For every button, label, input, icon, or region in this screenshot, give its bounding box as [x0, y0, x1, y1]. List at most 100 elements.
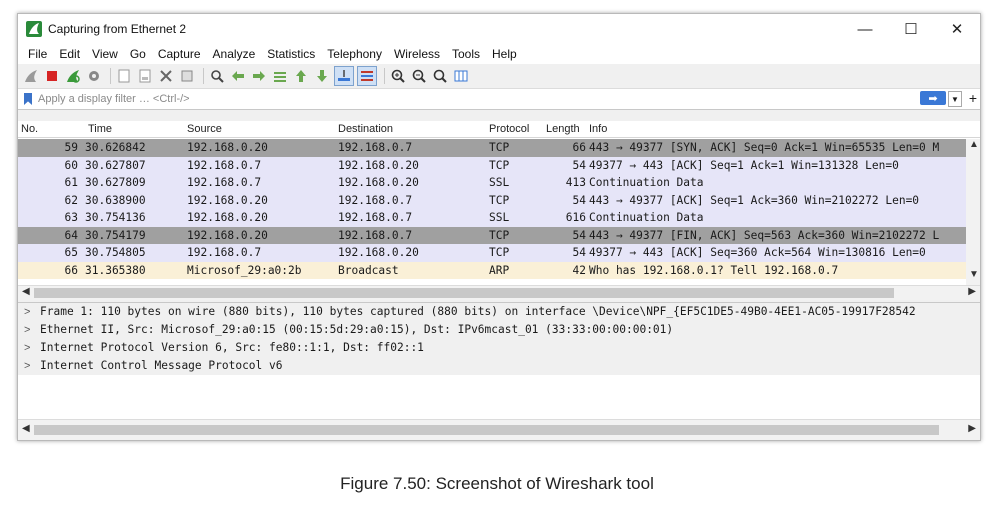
menu-edit[interactable]: Edit [53, 47, 86, 61]
table-row[interactable]: 61 30.627809 192.168.0.7 192.168.0.20 SS… [18, 174, 966, 192]
scroll-left-icon[interactable]: ◀ [22, 423, 30, 434]
minimize-button[interactable]: — [842, 14, 888, 44]
detail-row-ethernet[interactable]: > Ethernet II, Src: Microsof_29:a0:15 (0… [18, 321, 980, 339]
toolbar-separator [203, 68, 204, 84]
colorize-icon[interactable] [357, 66, 377, 86]
go-first-icon[interactable] [292, 67, 310, 85]
col-header-destination[interactable]: Destination [338, 123, 393, 135]
table-row[interactable]: 63 30.754136 192.168.0.20 192.168.0.7 SS… [18, 209, 966, 227]
display-filter-input[interactable] [36, 92, 740, 106]
menu-help[interactable]: Help [486, 47, 523, 61]
col-header-no[interactable]: No. [21, 123, 38, 135]
cell-length: 413 [565, 176, 586, 189]
menu-analyze[interactable]: Analyze [207, 47, 262, 61]
detail-row-frame[interactable]: > Frame 1: 110 bytes on wire (880 bits),… [18, 303, 980, 321]
autoscroll-icon[interactable] [334, 66, 354, 86]
cell-source: 192.168.0.20 [187, 211, 268, 224]
cell-source: 192.168.0.7 [187, 246, 262, 259]
open-file-icon[interactable] [115, 67, 133, 85]
main-toolbar [18, 64, 980, 89]
detail-text: Ethernet II, Src: Microsof_29:a0:15 (00:… [40, 323, 674, 336]
scroll-right-icon[interactable]: ▶ [968, 286, 976, 297]
cell-no: 61 [64, 176, 78, 189]
cell-protocol: TCP [489, 246, 510, 259]
menu-wireless[interactable]: Wireless [388, 47, 446, 61]
scroll-right-icon[interactable]: ▶ [968, 423, 976, 434]
table-row[interactable]: 59 30.626842 192.168.0.20 192.168.0.7 TC… [18, 139, 966, 157]
go-back-icon[interactable] [229, 67, 247, 85]
details-horizontal-scrollbar[interactable]: ◀ ▶ [18, 419, 980, 440]
cell-info: 443 → 49377 [FIN, ACK] Seq=563 Ack=360 W… [589, 228, 940, 242]
packet-list-vertical-scrollbar[interactable]: ▲ ▼ [966, 139, 980, 285]
col-header-source[interactable]: Source [187, 123, 222, 135]
col-header-length[interactable]: Length [546, 123, 580, 135]
find-icon[interactable] [208, 67, 226, 85]
cell-protocol: ARP [489, 263, 510, 277]
menu-capture[interactable]: Capture [152, 47, 207, 61]
table-row[interactable]: 60 30.627807 192.168.0.7 192.168.0.20 TC… [18, 156, 966, 174]
cell-length: 54 [572, 193, 586, 207]
table-row[interactable]: 66 31.365380 Microsof_29:a0:2b Broadcast… [18, 261, 966, 279]
cell-source: 192.168.0.20 [187, 141, 268, 154]
menu-telephony[interactable]: Telephony [321, 47, 388, 61]
apply-filter-button[interactable]: ➡ [920, 91, 946, 105]
close-file-icon[interactable] [157, 67, 175, 85]
table-row[interactable]: 65 30.754805 192.168.0.7 192.168.0.20 TC… [18, 244, 966, 262]
go-to-packet-icon[interactable] [271, 67, 289, 85]
col-header-info[interactable]: Info [589, 123, 607, 135]
detail-row-icmpv6[interactable]: > Internet Control Message Protocol v6 [18, 357, 980, 375]
cell-protocol: SSL [489, 176, 510, 189]
cell-source: 192.168.0.7 [187, 158, 262, 172]
bookmark-icon[interactable] [24, 93, 32, 105]
cell-protocol: TCP [489, 158, 510, 172]
zoom-in-icon[interactable] [389, 67, 407, 85]
close-button[interactable]: ✕ [934, 14, 980, 44]
go-forward-icon[interactable] [250, 67, 268, 85]
add-filter-button[interactable]: + [969, 90, 977, 106]
zoom-normal-icon[interactable] [431, 67, 449, 85]
table-row[interactable]: 64 30.754179 192.168.0.20 192.168.0.7 TC… [18, 226, 966, 244]
detail-row-ipv6[interactable]: > Internet Protocol Version 6, Src: fe80… [18, 339, 980, 357]
options-gear-icon[interactable] [85, 67, 103, 85]
maximize-button[interactable]: ☐ [888, 14, 934, 44]
packet-list: No. Time Source Destination Protocol Len… [18, 121, 980, 285]
chevron-right-icon[interactable]: > [24, 303, 30, 321]
scrollbar-thumb[interactable] [34, 288, 894, 298]
cell-destination: 192.168.0.20 [338, 176, 419, 189]
packet-details-pane: > Frame 1: 110 bytes on wire (880 bits),… [18, 302, 980, 420]
packet-list-horizontal-scrollbar[interactable]: ◀ ▶ [18, 285, 980, 300]
scroll-down-icon[interactable]: ▼ [969, 269, 979, 280]
stop-icon[interactable] [43, 67, 61, 85]
menu-file[interactable]: File [22, 47, 53, 61]
save-file-icon[interactable] [136, 67, 154, 85]
cell-length: 616 [565, 211, 586, 224]
menu-go[interactable]: Go [124, 47, 152, 61]
resize-columns-icon[interactable] [452, 67, 470, 85]
menu-view[interactable]: View [86, 47, 124, 61]
go-last-icon[interactable] [313, 67, 331, 85]
chevron-right-icon[interactable]: > [24, 357, 30, 375]
cell-length: 54 [572, 246, 586, 259]
restart-icon[interactable] [64, 67, 82, 85]
cell-protocol: SSL [489, 211, 510, 224]
scroll-left-icon[interactable]: ◀ [22, 286, 30, 297]
cell-time: 30.754179 [85, 228, 146, 242]
shark-fin-start-icon[interactable] [22, 67, 40, 85]
cell-no: 63 [64, 211, 78, 224]
chevron-right-icon[interactable]: > [24, 339, 30, 357]
cell-destination: 192.168.0.7 [338, 228, 413, 242]
filter-history-dropdown[interactable]: ▼ [948, 91, 962, 107]
scrollbar-thumb[interactable] [34, 425, 939, 435]
reload-icon[interactable] [178, 67, 196, 85]
zoom-out-icon[interactable] [410, 67, 428, 85]
cell-info: 443 → 49377 [SYN, ACK] Seq=0 Ack=1 Win=6… [589, 141, 940, 154]
chevron-right-icon[interactable]: > [24, 321, 30, 339]
col-header-time[interactable]: Time [88, 123, 112, 135]
cell-time: 30.754805 [85, 246, 146, 259]
menu-statistics[interactable]: Statistics [261, 47, 321, 61]
table-row[interactable]: 62 30.638900 192.168.0.20 192.168.0.7 TC… [18, 191, 966, 209]
col-header-protocol[interactable]: Protocol [489, 123, 529, 135]
scroll-up-icon[interactable]: ▲ [969, 139, 979, 150]
menu-tools[interactable]: Tools [446, 47, 486, 61]
cell-info: 49377 → 443 [ACK] Seq=1 Ack=1 Win=131328… [589, 158, 899, 172]
